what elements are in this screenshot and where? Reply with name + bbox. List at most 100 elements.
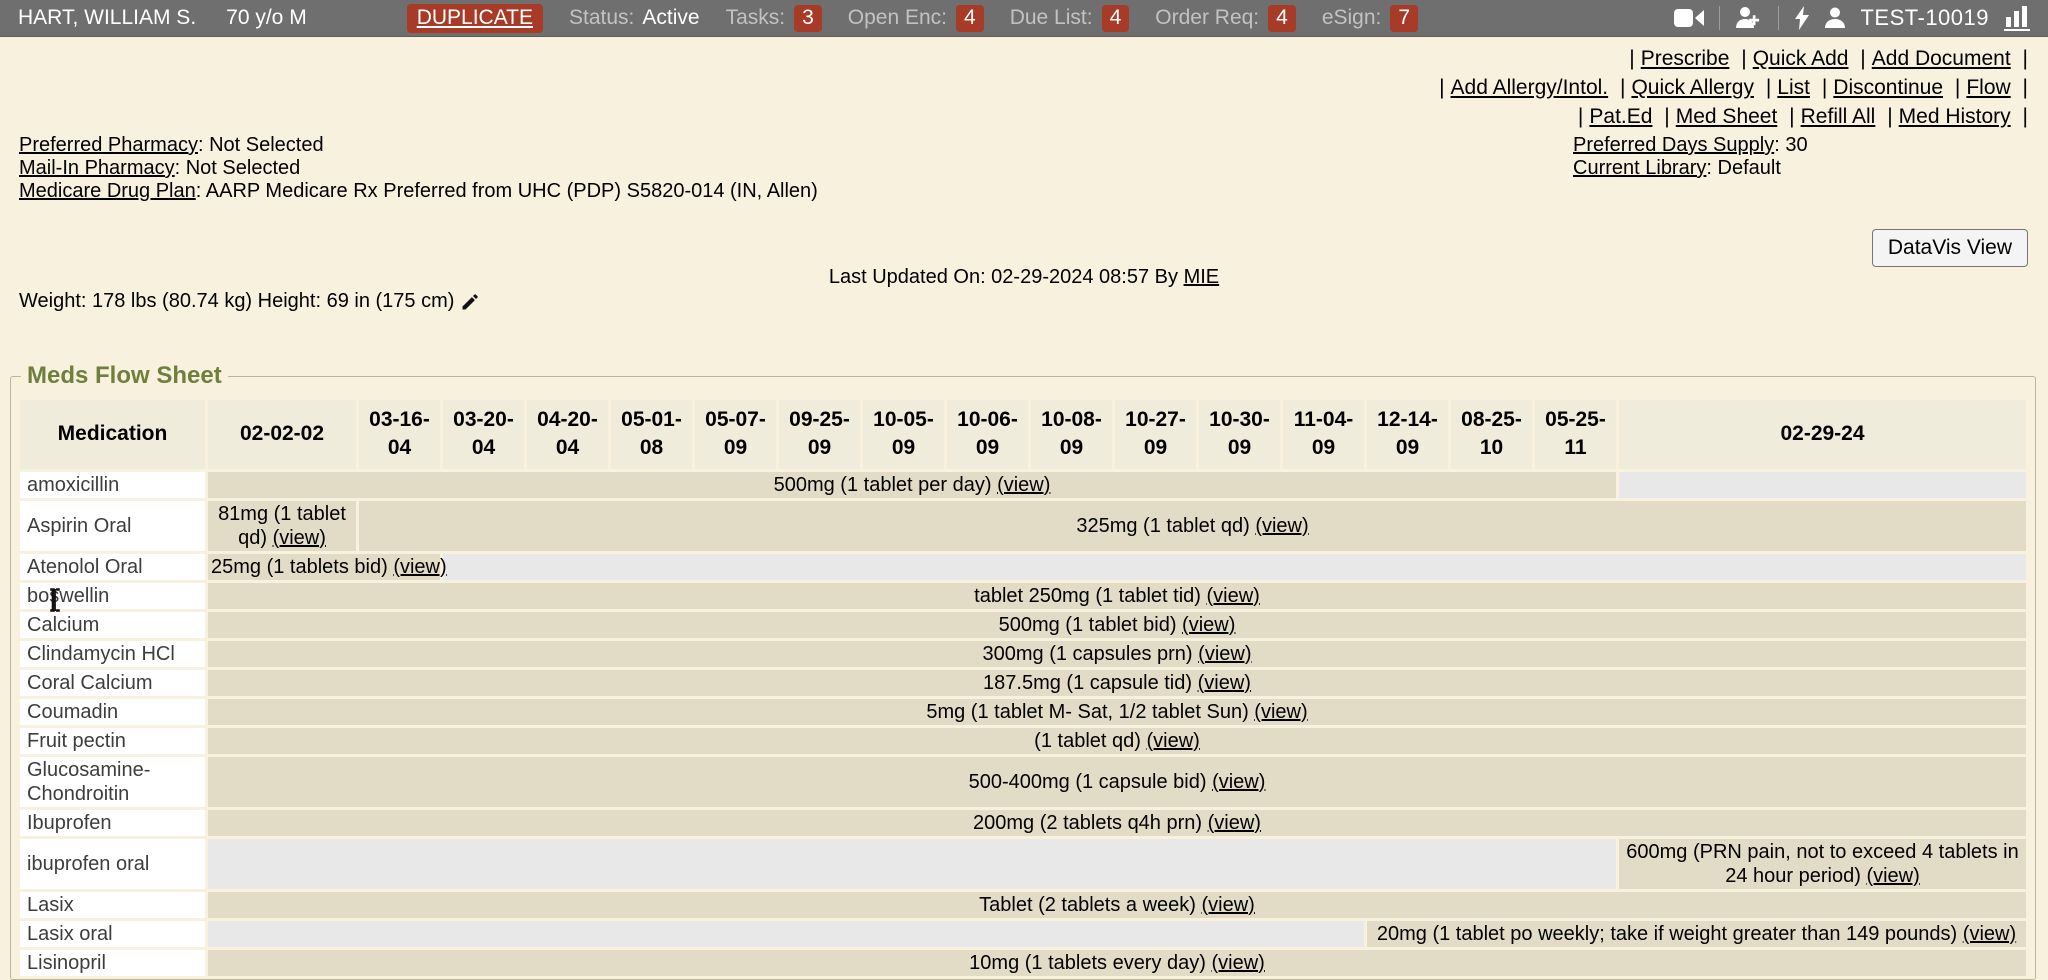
order-req-label: Order Req: <box>1155 6 1259 30</box>
medication-name: Ibuprofen <box>20 810 205 836</box>
medication-name: Lasix <box>20 892 205 918</box>
list-link[interactable]: List <box>1777 76 1810 99</box>
view-link[interactable]: (view) <box>1212 952 1265 974</box>
patient-name: HART, WILLIAM S. <box>18 6 196 30</box>
order-req-count-badge[interactable]: 4 <box>1268 5 1296 32</box>
med-action-links: Prescribe Quick Add Add Document Add All… <box>1433 44 2034 131</box>
dose-cell: 10mg (1 tablets every day) (view) <box>208 950 2026 976</box>
preferred-days-supply-link[interactable]: Preferred Days Supply <box>1573 134 1774 156</box>
quick-add-link[interactable]: Quick Add <box>1753 47 1849 70</box>
action-links-row-1: Prescribe Quick Add Add Document <box>1433 44 2034 73</box>
last-updated-line: Last Updated On: 02-29-2024 08:57 By MIE <box>0 266 2048 289</box>
table-row: Lisinopril 10mg (1 tablets every day) (v… <box>20 950 2026 976</box>
table-row: Aspirin Oral 81mg (1 tablet qd) (view) 3… <box>20 501 2026 551</box>
view-link[interactable]: (view) <box>1182 614 1235 636</box>
view-link[interactable]: (view) <box>1866 865 1919 887</box>
tasks-count-badge[interactable]: 3 <box>794 5 822 32</box>
refill-all-link[interactable]: Refill All <box>1801 105 1876 128</box>
topbar-separator <box>1719 6 1720 30</box>
esign-count-badge[interactable]: 7 <box>1390 5 1418 32</box>
dose-cell: 500mg (1 tablet bid) (view) <box>208 612 2026 638</box>
status-value: Active <box>642 6 699 30</box>
duplicate-flag[interactable]: DUPLICATE <box>407 4 543 33</box>
meds-flow-sheet-title: Meds Flow Sheet <box>21 362 228 390</box>
mail-in-pharmacy-value: Not Selected <box>186 157 301 179</box>
medication-name: Fruit pectin <box>20 728 205 754</box>
view-link[interactable]: (view) <box>1212 771 1265 793</box>
column-header-date: 03-16-04 <box>359 400 440 469</box>
quick-allergy-link[interactable]: Quick Allergy <box>1631 76 1754 99</box>
medicare-drug-plan-value: AARP Medicare Rx Preferred from UHC (PDP… <box>206 180 818 202</box>
view-link[interactable]: (view) <box>1198 672 1251 694</box>
topbar-separator <box>1778 6 1779 30</box>
dose-cell: 325mg (1 tablet qd) (view) <box>359 501 2026 551</box>
table-row: Glucosamine-Chondroitin 500-400mg (1 cap… <box>20 757 2026 807</box>
view-link[interactable]: (view) <box>1255 515 1308 537</box>
dose-cell: 500-400mg (1 capsule bid) (view) <box>208 757 2026 807</box>
pat-ed-link[interactable]: Pat.Ed <box>1589 105 1652 128</box>
flow-link[interactable]: Flow <box>1966 76 2010 99</box>
open-enc-label: Open Enc: <box>848 6 947 30</box>
med-history-link[interactable]: Med History <box>1899 105 2011 128</box>
open-enc-count-badge[interactable]: 4 <box>956 5 984 32</box>
action-links-row-2: Add Allergy/Intol. Quick Allergy List Di… <box>1433 73 2034 102</box>
add-user-icon[interactable] <box>1735 6 1763 30</box>
column-header-date: 05-01-08 <box>611 400 692 469</box>
topbar-tools: TEST-10019 <box>1674 5 2030 31</box>
due-list-count-badge[interactable]: 4 <box>1102 5 1130 32</box>
mail-in-pharmacy-link[interactable]: Mail-In Pharmacy <box>19 157 175 179</box>
meds-flow-sheet-panel: Meds Flow Sheet Medication 02-02-02 03-1… <box>10 362 2036 980</box>
table-row: Calcium 500mg (1 tablet bid) (view) <box>20 612 2026 638</box>
add-document-link[interactable]: Add Document <box>1872 47 2011 70</box>
prescribe-link[interactable]: Prescribe <box>1641 47 1730 70</box>
add-allergy-intol-link[interactable]: Add Allergy/Intol. <box>1451 76 1609 99</box>
view-link[interactable]: (view) <box>1202 894 1255 916</box>
column-header-date: 10-06-09 <box>947 400 1028 469</box>
column-header-date: 02-29-24 <box>1619 400 2026 469</box>
view-link[interactable]: (view) <box>1254 701 1307 723</box>
bar-chart-icon[interactable] <box>2004 5 2030 31</box>
current-library-link[interactable]: Current Library <box>1573 157 1706 179</box>
view-link[interactable]: (view) <box>1146 730 1199 752</box>
medication-name: Clindamycin HCl <box>20 641 205 667</box>
tasks-label: Tasks: <box>726 6 786 30</box>
video-camera-icon[interactable] <box>1674 7 1704 29</box>
current-library-value: Default <box>1718 157 1781 179</box>
column-header-date: 09-25-09 <box>779 400 860 469</box>
last-updated-user-link[interactable]: MIE <box>1184 266 1220 288</box>
table-row: boswellin tablet 250mg (1 tablet tid) (v… <box>20 583 2026 609</box>
view-link[interactable]: (view) <box>273 527 326 549</box>
preferred-pharmacy-link[interactable]: Preferred Pharmacy <box>19 134 198 156</box>
dose-cell: 600mg (PRN pain, not to exceed 4 tablets… <box>1619 839 2026 889</box>
medication-name: amoxicillin <box>20 472 205 498</box>
view-link[interactable]: (view) <box>1208 812 1261 834</box>
medication-name: Atenolol Oral <box>20 554 205 580</box>
view-link[interactable]: (view) <box>1207 585 1260 607</box>
esign-label: eSign: <box>1322 6 1382 30</box>
medicare-drug-plan-link[interactable]: Medicare Drug Plan <box>19 180 196 202</box>
medication-name: Coumadin <box>20 699 205 725</box>
view-link[interactable]: (view) <box>1198 643 1251 665</box>
table-row: Ibuprofen 200mg (2 tablets q4h prn) (vie… <box>20 810 2026 836</box>
column-header-date: 10-08-09 <box>1031 400 1112 469</box>
med-sheet-link[interactable]: Med Sheet <box>1676 105 1778 128</box>
pencil-icon[interactable] <box>460 292 480 312</box>
view-link[interactable]: (view) <box>393 556 446 578</box>
column-header-date: 02-02-02 <box>208 400 356 469</box>
dose-cell: Tablet (2 tablets a week) (view) <box>208 892 2026 918</box>
logged-in-user-id: TEST-10019 <box>1860 5 1989 31</box>
medication-name: Coral Calcium <box>20 670 205 696</box>
table-row: Lasix Tablet (2 tablets a week) (view) <box>20 892 2026 918</box>
last-updated-text: Last Updated On: 02-29-2024 08:57 By <box>829 266 1178 288</box>
separator: : <box>198 134 209 156</box>
supply-info-block: Preferred Days Supply: 30 Current Librar… <box>1573 134 1808 180</box>
column-header-medication: Medication <box>20 400 205 469</box>
action-links-row-3: Pat.Ed Med Sheet Refill All Med History <box>1433 102 2034 131</box>
view-link[interactable]: (view) <box>997 474 1050 496</box>
discontinue-link[interactable]: Discontinue <box>1833 76 1943 99</box>
datavis-view-button[interactable]: DataVis View <box>1872 229 2028 267</box>
user-icon[interactable] <box>1825 7 1845 29</box>
empty-cell <box>1619 472 2026 498</box>
lightning-icon[interactable] <box>1794 6 1810 30</box>
table-row: amoxicillin 500mg (1 tablet per day) (vi… <box>20 472 2026 498</box>
